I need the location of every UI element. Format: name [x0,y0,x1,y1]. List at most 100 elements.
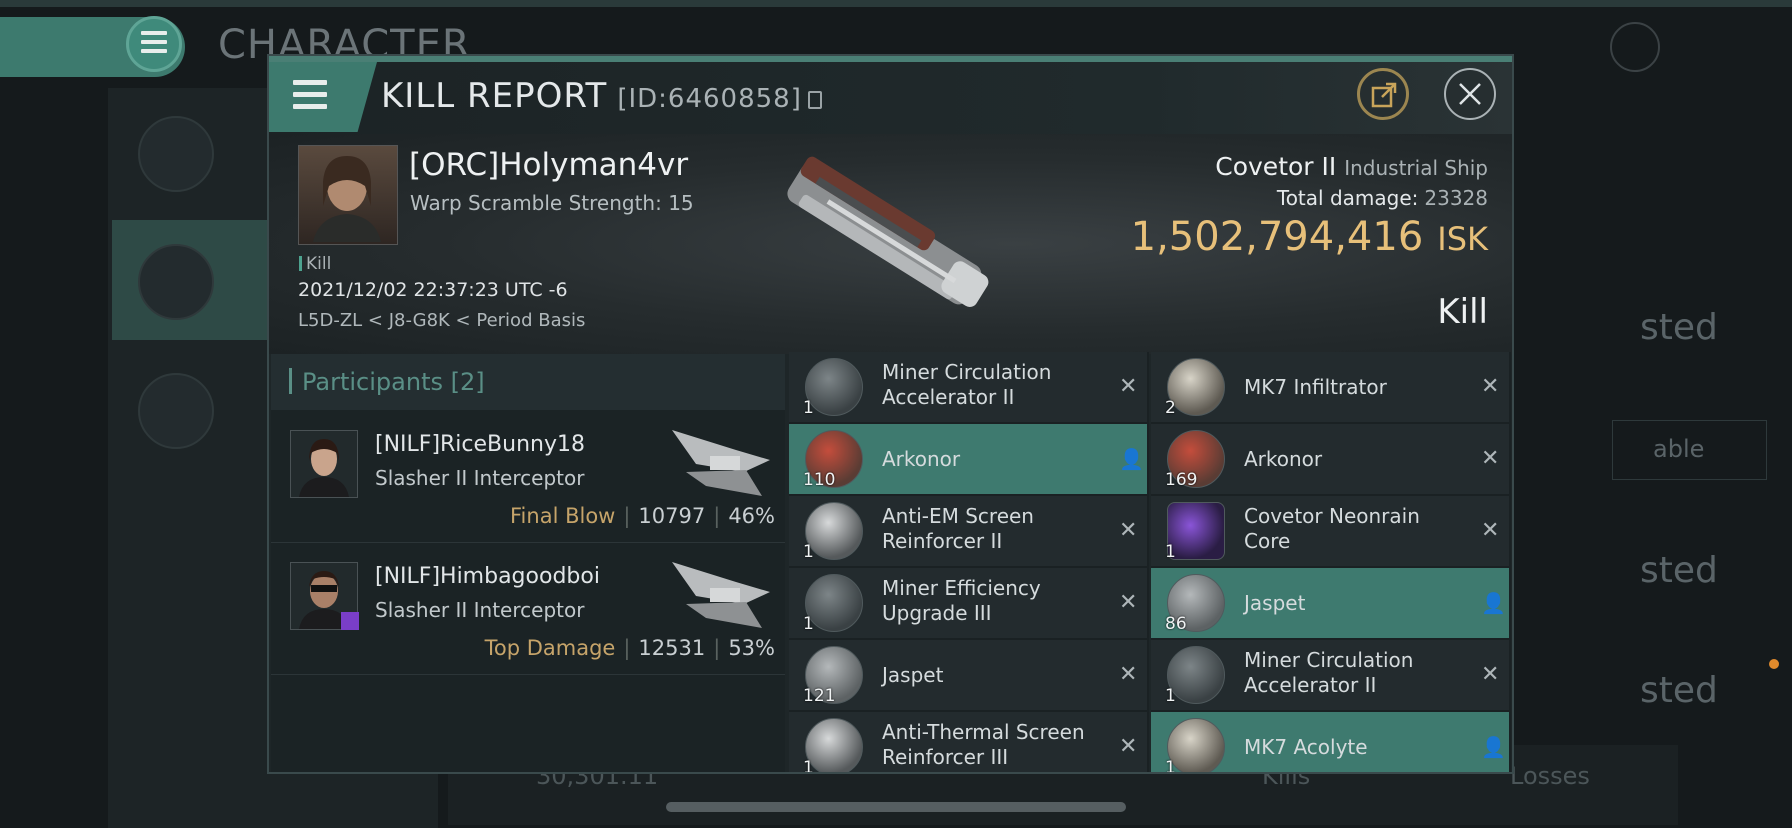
ship-icon [787,156,989,307]
participant-percent: 53% [728,636,775,660]
dropped-person-icon: 👤 [1481,591,1506,615]
item-row[interactable]: 1 Miner Circulation Accelerator II ✕ [789,352,1149,424]
destroyed-icon: ✕ [1481,374,1500,399]
kill-report-id: [ID:6460858] [617,84,802,114]
dropped-person-icon: 👤 [1481,735,1506,759]
share-icon [1371,82,1397,108]
interceptor-icon [672,430,770,496]
participant-row[interactable]: [NILF]Himbagoodboi Slasher II Intercepto… [271,542,785,675]
background-menu-icon[interactable] [126,16,182,72]
background-close-icon[interactable] [1610,22,1660,72]
item-name: Miner Circulation Accelerator II [882,360,1052,409]
destroyed-icon: ✕ [1481,518,1500,543]
victim-summary: [ORC]Holyman4vr Warp Scramble Strength: … [269,134,1512,354]
total-damage-label: Total damage: [1276,186,1419,210]
kill-datetime: 2021/12/02 22:37:23 UTC -6 [298,279,568,301]
info-badge-icon [341,612,359,630]
item-name: Miner Circulation Accelerator II [1244,648,1414,697]
destroyed-icon: ✕ [1119,662,1138,687]
ship-type[interactable]: Covetor II [1215,152,1336,181]
item-name: Miner Efficiency Upgrade III [882,576,1041,625]
destroyed-icon: ✕ [1119,374,1138,399]
item-row[interactable]: 1 Anti-Thermal Screen Reinforcer III ✕ [789,712,1149,774]
participant-ship: Slasher II Interceptor [375,466,585,490]
ship-class: Industrial Ship [1344,156,1488,180]
item-row[interactable]: 1 Anti-EM Screen Reinforcer II ✕ [789,496,1149,568]
top-border [0,0,1792,7]
item-quantity: 1 [803,758,814,774]
background-text: sted [1640,670,1718,711]
item-name: MK7 Infiltrator [1244,375,1387,399]
participant-stats: Final Blow | 10797 | 46% [510,504,775,528]
item-name: MK7 Acolyte [1244,735,1368,759]
item-row[interactable]: 2 MK7 Infiltrator ✕ [1151,352,1511,424]
participants-header[interactable]: Participants [2] [271,354,785,410]
item-quantity: 2 [1165,398,1176,418]
notification-dot [1769,659,1779,669]
destroyed-icon: ✕ [1119,590,1138,615]
interceptor-icon [672,562,770,628]
item-quantity: 1 [1165,758,1176,774]
victim-avatar[interactable] [298,145,398,245]
crossed-swords-icon [138,244,214,320]
participant-role: Final Blow [510,504,616,528]
kill-report-dialog: KILL REPORT [ID:6460858] [ORC]Holyman4vr … [267,54,1514,774]
participants-panel: Participants [2] [NILF]RiceBunny18 Slash… [271,354,785,772]
item-quantity: 169 [1165,470,1198,490]
item-row[interactable]: 1 Miner Efficiency Upgrade III ✕ [789,568,1149,640]
kill-location[interactable]: L5D-ZL < J8-G8K < Period Basis [298,310,585,331]
item-row[interactable]: 121 Jaspet ✕ [789,640,1149,712]
participant-name: [NILF]RiceBunny18 [375,432,585,457]
background-text: sted [1640,307,1718,348]
participant-stats: Top Damage | 12531 | 53% [484,636,775,660]
participant-percent: 46% [728,504,775,528]
victim-name[interactable]: [ORC]Holyman4vr [409,147,688,183]
item-quantity: 1 [1165,542,1176,562]
item-row[interactable]: 110 Arkonor 👤 [789,424,1149,496]
item-name: Arkonor [1244,447,1323,471]
participant-row[interactable]: [NILF]RiceBunny18 Slasher II Interceptor… [271,410,785,543]
item-row[interactable]: 169 Arkonor ✕ [1151,424,1511,496]
item-name: Jaspet [882,663,944,687]
close-icon [1459,83,1481,105]
isk-value: 1,502,794,416 ISK [1131,214,1488,260]
destroyed-icon: ✕ [1119,518,1138,543]
participant-avatar[interactable] [290,430,358,498]
item-row[interactable]: 1 Miner Circulation Accelerator II ✕ [1151,640,1511,712]
ship-name: Covetor II Industrial Ship [1215,152,1488,181]
warp-scramble-strength: Warp Scramble Strength: 15 [410,191,694,215]
item-quantity: 1 [803,398,814,418]
dropped-person-icon: 👤 [1119,447,1144,471]
list-icon [138,116,214,192]
item-name: Jaspet [1244,591,1306,615]
dialog-title: KILL REPORT [ID:6460858] [381,76,822,116]
background-text: sted [1640,550,1718,591]
participant-damage: 10797 [638,504,706,528]
participant-role: Top Damage [484,636,616,660]
item-name: Covetor Neonrain Core [1244,504,1420,553]
share-button[interactable] [1357,68,1409,120]
item-quantity: 110 [803,470,836,490]
item-name: Arkonor [882,447,961,471]
item-row[interactable]: 86 Jaspet 👤 [1151,568,1511,640]
item-quantity: 1 [803,614,814,634]
item-quantity: 121 [803,686,836,706]
horizontal-scrollbar[interactable] [666,802,1126,812]
star-medal-icon [138,373,214,449]
isk-unit: ISK [1437,220,1488,258]
item-quantity: 86 [1165,614,1187,634]
item-quantity: 1 [1165,686,1176,706]
total-damage-value: 23328 [1424,186,1488,210]
item-name: Anti-EM Screen Reinforcer II [882,504,1034,553]
copy-icon[interactable] [807,91,822,109]
destroyed-icon: ✕ [1481,446,1500,471]
item-row[interactable]: 1 MK7 Acolyte 👤 [1151,712,1511,774]
destroyed-icon: ✕ [1119,734,1138,759]
item-quantity: 1 [803,542,814,562]
close-button[interactable] [1444,68,1496,120]
kill-tag: Kill [299,254,331,274]
background-button[interactable]: able [1612,420,1767,480]
participants-label: Participants [2] [289,368,485,396]
participant-name: [NILF]Himbagoodboi [375,564,600,589]
item-row[interactable]: 1 Covetor Neonrain Core ✕ [1151,496,1511,568]
